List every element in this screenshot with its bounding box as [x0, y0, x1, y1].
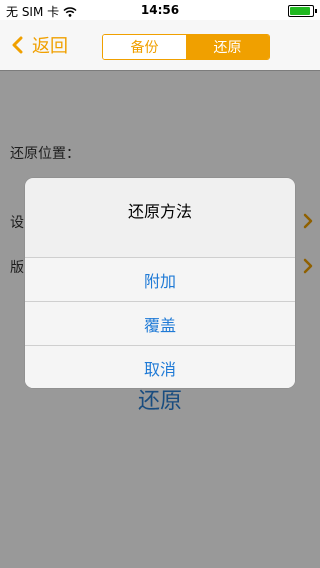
segment-restore[interactable]: 还原 — [186, 35, 269, 59]
chevron-left-icon — [12, 36, 23, 54]
status-time: 14:56 — [140, 3, 180, 17]
overwrite-button[interactable]: 覆盖 — [25, 301, 295, 345]
battery-level-fill — [290, 7, 310, 15]
append-button[interactable]: 附加 — [25, 257, 295, 301]
segmented-control: 备份 还原 — [102, 34, 270, 60]
segment-backup[interactable]: 备份 — [103, 35, 186, 59]
restore-method-alert: 还原方法 附加 覆盖 取消 — [25, 178, 295, 388]
battery-tip — [315, 9, 317, 13]
app-screen: 无 SIM 卡 14:56 返回 备份 还原 还原位置： 设 版 还原 还原方法… — [0, 0, 320, 568]
status-bar: 无 SIM 卡 14:56 — [0, 0, 320, 20]
back-button[interactable]: 返回 — [10, 33, 68, 57]
nav-bar: 返回 备份 还原 — [0, 20, 320, 71]
alert-title: 还原方法 — [127, 202, 192, 221]
cancel-button[interactable]: 取消 — [25, 345, 295, 388]
back-label: 返回 — [32, 36, 68, 57]
battery-icon — [288, 5, 317, 17]
